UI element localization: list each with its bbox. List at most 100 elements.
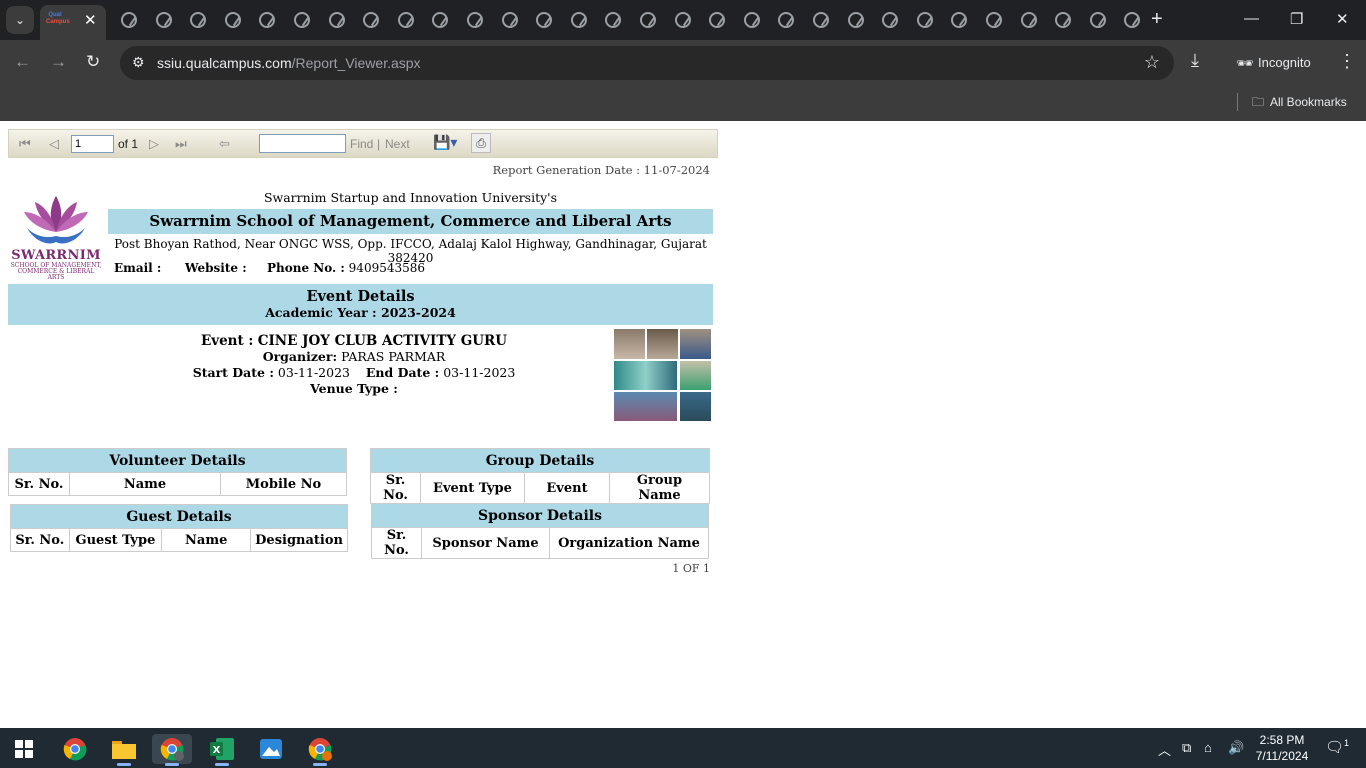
browser-toolbar: ← → ↻ ⚙ ssiu.qualcampus.com/Report_Viewe… [0, 40, 1366, 86]
taskbar-chrome-profile-a[interactable] [300, 734, 340, 766]
bookmarks-separator [1237, 93, 1238, 111]
back-to-parent-icon[interactable]: ⇦ [219, 136, 230, 152]
close-tab-icon[interactable]: ✕ [84, 11, 97, 29]
column-header: Name [161, 528, 252, 552]
meet-now-icon[interactable]: ⧉ [1182, 740, 1191, 756]
inactive-tab-globe-icon[interactable] [640, 12, 656, 28]
inactive-tab-globe-icon[interactable] [467, 12, 483, 28]
chrome-icon [63, 738, 87, 761]
page-number-input[interactable] [71, 135, 114, 153]
start-button[interactable] [4, 734, 44, 764]
minimize-button[interactable]: — [1244, 10, 1259, 27]
inactive-tab-globe-icon[interactable] [916, 12, 933, 28]
inactive-tab-globe-icon[interactable] [397, 12, 414, 28]
find-text-input[interactable] [259, 134, 346, 153]
inactive-tab-globe-icon[interactable] [224, 12, 241, 28]
address-bar[interactable]: ⚙ ssiu.qualcampus.com/Report_Viewer.aspx… [120, 46, 1174, 80]
taskbar-photos[interactable] [251, 734, 291, 764]
inactive-tab-globe-icon[interactable] [709, 12, 726, 28]
column-header: Designation [250, 528, 348, 552]
folder-icon [112, 741, 136, 759]
chrome-profile-icon [160, 738, 184, 761]
find-separator: | [377, 137, 381, 151]
inactive-tab-globe-icon[interactable] [605, 12, 622, 28]
site-info-icon[interactable]: ⚙ [132, 54, 145, 71]
inactive-tab-globe-icon[interactable] [882, 12, 899, 28]
taskbar-file-explorer[interactable] [104, 734, 144, 766]
bookmark-star-icon[interactable]: ☆ [1144, 52, 1160, 73]
inactive-tab-globe-icon[interactable] [294, 12, 310, 28]
next-page-icon[interactable]: ▷ [149, 136, 159, 152]
inactive-tab-globe-icon[interactable] [1089, 12, 1106, 28]
inactive-tab-globe-icon[interactable] [1124, 12, 1141, 28]
taskbar-excel[interactable]: X [202, 734, 242, 766]
reload-button[interactable]: ↻ [86, 52, 100, 72]
export-save-icon[interactable]: 💾▾ [433, 134, 457, 151]
notifications-icon[interactable]: 🗨1 [1325, 738, 1349, 756]
group-table-title: Group Details [370, 448, 710, 473]
inactive-tab-globe-icon[interactable] [432, 12, 449, 28]
logo-subtext-2: COMMERCE & LIBERAL ARTS [17, 268, 95, 281]
dates-line: Start Date : 03-11-2023 End Date : 03-11… [192, 365, 516, 380]
inactive-tab-globe-icon[interactable] [743, 12, 760, 28]
logo-text: SWARRNIM [11, 248, 101, 263]
browser-menu-icon[interactable]: ⋮ [1338, 51, 1356, 72]
report-viewer-toolbar: ⏮ ◁ of 1 ▷ ⏭ ⇦ Find | Next 💾▾ ⎙ [8, 129, 718, 158]
back-button[interactable]: ← [14, 52, 31, 72]
column-header: Sr. No. [371, 527, 422, 559]
column-header: Sponsor Name [421, 527, 550, 559]
inactive-tab-globe-icon[interactable] [813, 12, 829, 28]
find-link[interactable]: Find [350, 137, 373, 151]
chrome-profile-icon [308, 738, 332, 761]
system-clock[interactable]: 2:58 PM 7/11/2024 [1250, 732, 1314, 764]
inactive-tab-globe-icon[interactable] [674, 12, 691, 28]
inactive-tab-globe-icon[interactable] [501, 12, 518, 28]
tab-search-button[interactable]: ⌄ [6, 6, 34, 34]
incognito-indicator[interactable]: 🕶 Incognito [1226, 46, 1324, 80]
first-page-icon[interactable]: ⏮ [19, 136, 31, 152]
qualcampus-favicon-icon: Qual Campus [46, 12, 70, 25]
inactive-tab-globe-icon[interactable] [1055, 12, 1072, 28]
inactive-tab-globe-icon[interactable] [847, 12, 864, 28]
last-page-icon[interactable]: ⏭ [175, 136, 187, 152]
print-icon[interactable]: ⎙ [471, 133, 491, 153]
taskbar-chrome-profile-d[interactable] [152, 734, 192, 766]
forward-button[interactable]: → [50, 52, 67, 72]
inactive-tab-globe-icon[interactable] [570, 12, 587, 28]
running-indicator [215, 763, 229, 766]
taskbar-chrome[interactable] [55, 734, 95, 764]
previous-page-icon[interactable]: ◁ [49, 136, 59, 152]
inactive-tab-globe-icon[interactable] [363, 12, 380, 28]
inactive-tab-globe-icon[interactable] [1020, 12, 1037, 28]
inactive-tab-globe-icon[interactable] [986, 12, 1002, 28]
download-icon[interactable]: ⤓ [1191, 50, 1199, 71]
event-photo-collage [614, 329, 711, 421]
chevron-up-icon[interactable]: ︿ [1158, 740, 1171, 759]
inactive-tab-globe-icon[interactable] [778, 12, 795, 28]
network-icon[interactable]: ⌂ [1204, 740, 1212, 755]
restore-button[interactable]: ❐ [1290, 10, 1303, 28]
website-label: Website : [185, 261, 247, 275]
inactive-tab-globe-icon[interactable] [121, 12, 137, 28]
tab-strip: ⌄ Qual Campus ✕ + — ❐ ✕ [0, 0, 1366, 40]
event-photo [680, 361, 711, 390]
inactive-tab-globe-icon[interactable] [190, 12, 207, 28]
event-info: Event : CINE JOY CLUB ACTIVITY GURU Orga… [108, 333, 600, 397]
find-next-link[interactable]: Next [385, 137, 410, 151]
inactive-tab-globe-icon[interactable] [155, 12, 172, 28]
new-tab-button[interactable]: + [1151, 8, 1163, 30]
inactive-tab-globe-icon[interactable] [328, 12, 345, 28]
inactive-tab-globe-icon[interactable] [536, 12, 553, 28]
windows-logo-icon [15, 740, 33, 758]
close-window-button[interactable]: ✕ [1336, 10, 1349, 28]
report-generation-date: Report Generation Date : 11-07-2024 [492, 163, 710, 177]
active-tab[interactable]: Qual Campus ✕ [40, 5, 106, 40]
inactive-tab-globe-icon[interactable] [951, 12, 968, 28]
guest-details-table: Guest Details Sr. No. Guest Type Name De… [10, 504, 348, 552]
all-bookmarks-button[interactable]: 🗀 All Bookmarks [1252, 93, 1347, 114]
inactive-tab-globe-icon[interactable] [259, 12, 276, 28]
phone-field: Phone No. : 9409543586 [267, 261, 426, 275]
volume-icon[interactable]: 🔊 [1228, 740, 1244, 756]
lotus-logo-icon [24, 196, 88, 244]
event-photo [614, 329, 645, 359]
